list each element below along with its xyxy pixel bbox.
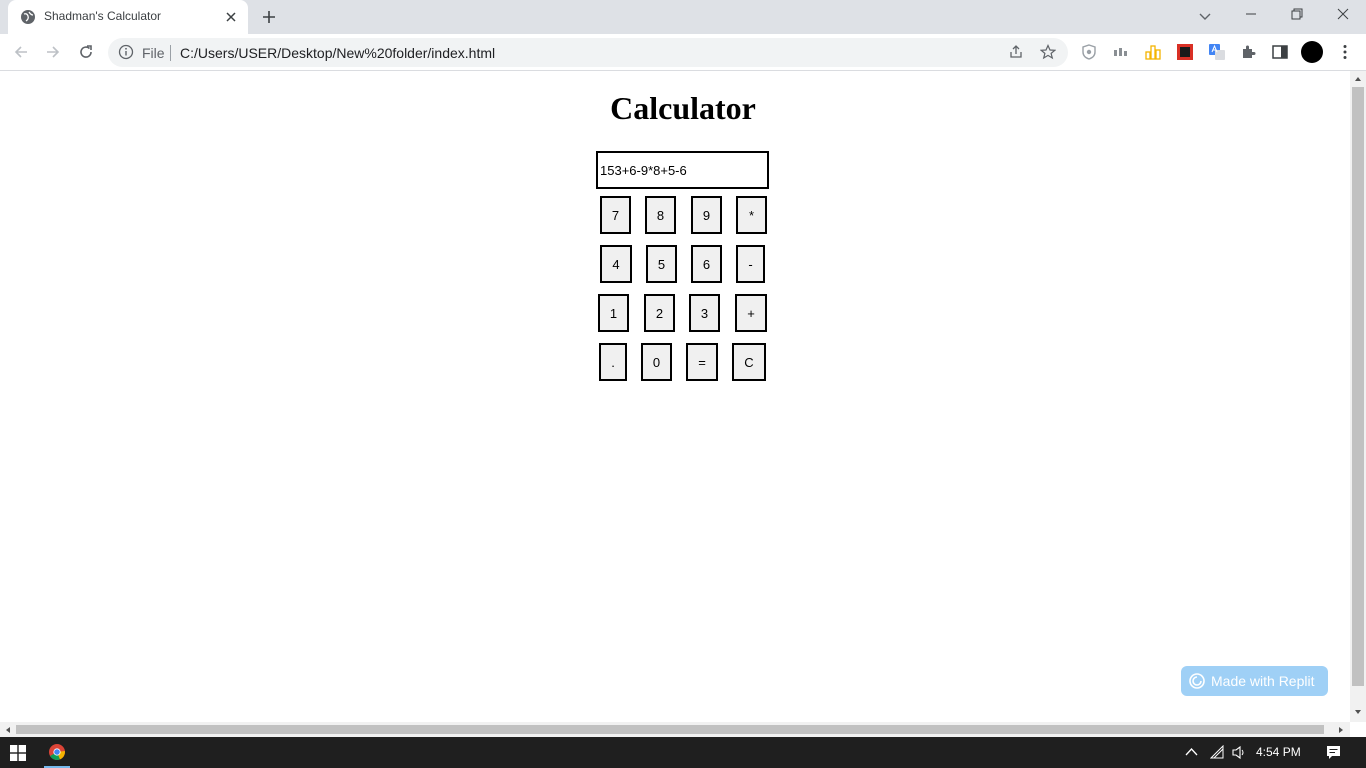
- address-bar[interactable]: File C:/Users/USER/Desktop/New%20folder/…: [108, 38, 1068, 67]
- notifications-icon[interactable]: [1326, 745, 1341, 760]
- translate-extension-icon[interactable]: [1208, 43, 1226, 61]
- key-9[interactable]: 9: [691, 196, 722, 234]
- globe-icon: [21, 10, 35, 24]
- replit-badge-label: Made with Replit: [1211, 673, 1315, 689]
- close-window-icon[interactable]: [1336, 7, 1350, 21]
- key-5[interactable]: 5: [646, 245, 677, 283]
- horizontal-scrollbar[interactable]: [0, 722, 1350, 737]
- profile-avatar-icon[interactable]: [1301, 41, 1323, 63]
- chrome-icon[interactable]: [49, 744, 65, 760]
- back-icon[interactable]: [12, 43, 30, 61]
- key-1[interactable]: 1: [598, 294, 629, 332]
- bars-extension-icon[interactable]: [1112, 43, 1130, 61]
- side-panel-icon[interactable]: [1271, 43, 1289, 61]
- bookmark-star-icon[interactable]: [1040, 44, 1056, 60]
- windows-taskbar: 4:54 PM: [0, 737, 1366, 768]
- vertical-scroll-thumb[interactable]: [1352, 87, 1364, 686]
- share-icon[interactable]: [1008, 44, 1024, 60]
- replit-logo-icon: [1189, 673, 1205, 689]
- key-4[interactable]: 4: [600, 245, 632, 283]
- key-decimal[interactable]: .: [599, 343, 627, 381]
- new-tab-icon[interactable]: [261, 9, 277, 25]
- key-8[interactable]: 8: [645, 196, 676, 234]
- scroll-left-icon[interactable]: [3, 725, 13, 735]
- reload-icon[interactable]: [77, 43, 95, 61]
- restore-icon[interactable]: [1290, 7, 1304, 21]
- key-minus[interactable]: -: [736, 245, 765, 283]
- key-0[interactable]: 0: [641, 343, 672, 381]
- shield-extension-icon[interactable]: [1080, 43, 1098, 61]
- kebab-menu-icon[interactable]: [1336, 43, 1354, 61]
- browser-tab[interactable]: Shadman's Calculator: [8, 0, 248, 34]
- tab-title: Shadman's Calculator: [44, 9, 162, 23]
- tab-strip: Shadman's Calculator: [0, 0, 1366, 34]
- scheme-label: File: [142, 45, 165, 61]
- key-2[interactable]: 2: [644, 294, 675, 332]
- made-with-replit-badge[interactable]: Made with Replit: [1181, 666, 1328, 696]
- chevron-up-icon[interactable]: [1184, 745, 1199, 760]
- minimize-icon[interactable]: [1244, 7, 1258, 21]
- taskbar-clock[interactable]: 4:54 PM: [1256, 745, 1301, 759]
- browser-toolbar: File C:/Users/USER/Desktop/New%20folder/…: [0, 34, 1366, 71]
- key-multiply[interactable]: *: [736, 196, 767, 234]
- pdf-extension-icon[interactable]: [1176, 43, 1194, 61]
- key-clear[interactable]: C: [732, 343, 766, 381]
- url-text[interactable]: C:/Users/USER/Desktop/New%20folder/index…: [180, 45, 495, 61]
- close-tab-icon[interactable]: [224, 10, 238, 24]
- key-plus[interactable]: +: [735, 294, 767, 332]
- scroll-down-icon[interactable]: [1353, 707, 1363, 717]
- vertical-scrollbar[interactable]: [1350, 71, 1366, 722]
- puzzle-extensions-icon[interactable]: [1240, 43, 1258, 61]
- windows-start-icon[interactable]: [10, 745, 26, 761]
- chevron-down-icon[interactable]: [1198, 9, 1212, 23]
- horizontal-scroll-thumb[interactable]: [16, 725, 1324, 734]
- chart-extension-icon[interactable]: [1144, 43, 1162, 61]
- omnibox-divider: [170, 45, 171, 61]
- volume-icon[interactable]: [1231, 745, 1246, 760]
- calculator-display[interactable]: [596, 151, 769, 189]
- wifi-icon[interactable]: [1210, 745, 1225, 760]
- page-title: Calculator: [610, 90, 756, 126]
- scroll-right-icon[interactable]: [1336, 725, 1346, 735]
- info-icon[interactable]: [118, 44, 134, 60]
- forward-icon[interactable]: [44, 43, 62, 61]
- key-7[interactable]: 7: [600, 196, 631, 234]
- key-equals[interactable]: =: [686, 343, 718, 381]
- key-6[interactable]: 6: [691, 245, 722, 283]
- page-viewport: Calculator 7 8 9 * 4 5 6 - 1 2 3 + . 0 =…: [0, 71, 1350, 722]
- scroll-up-icon[interactable]: [1353, 74, 1363, 84]
- key-3[interactable]: 3: [689, 294, 720, 332]
